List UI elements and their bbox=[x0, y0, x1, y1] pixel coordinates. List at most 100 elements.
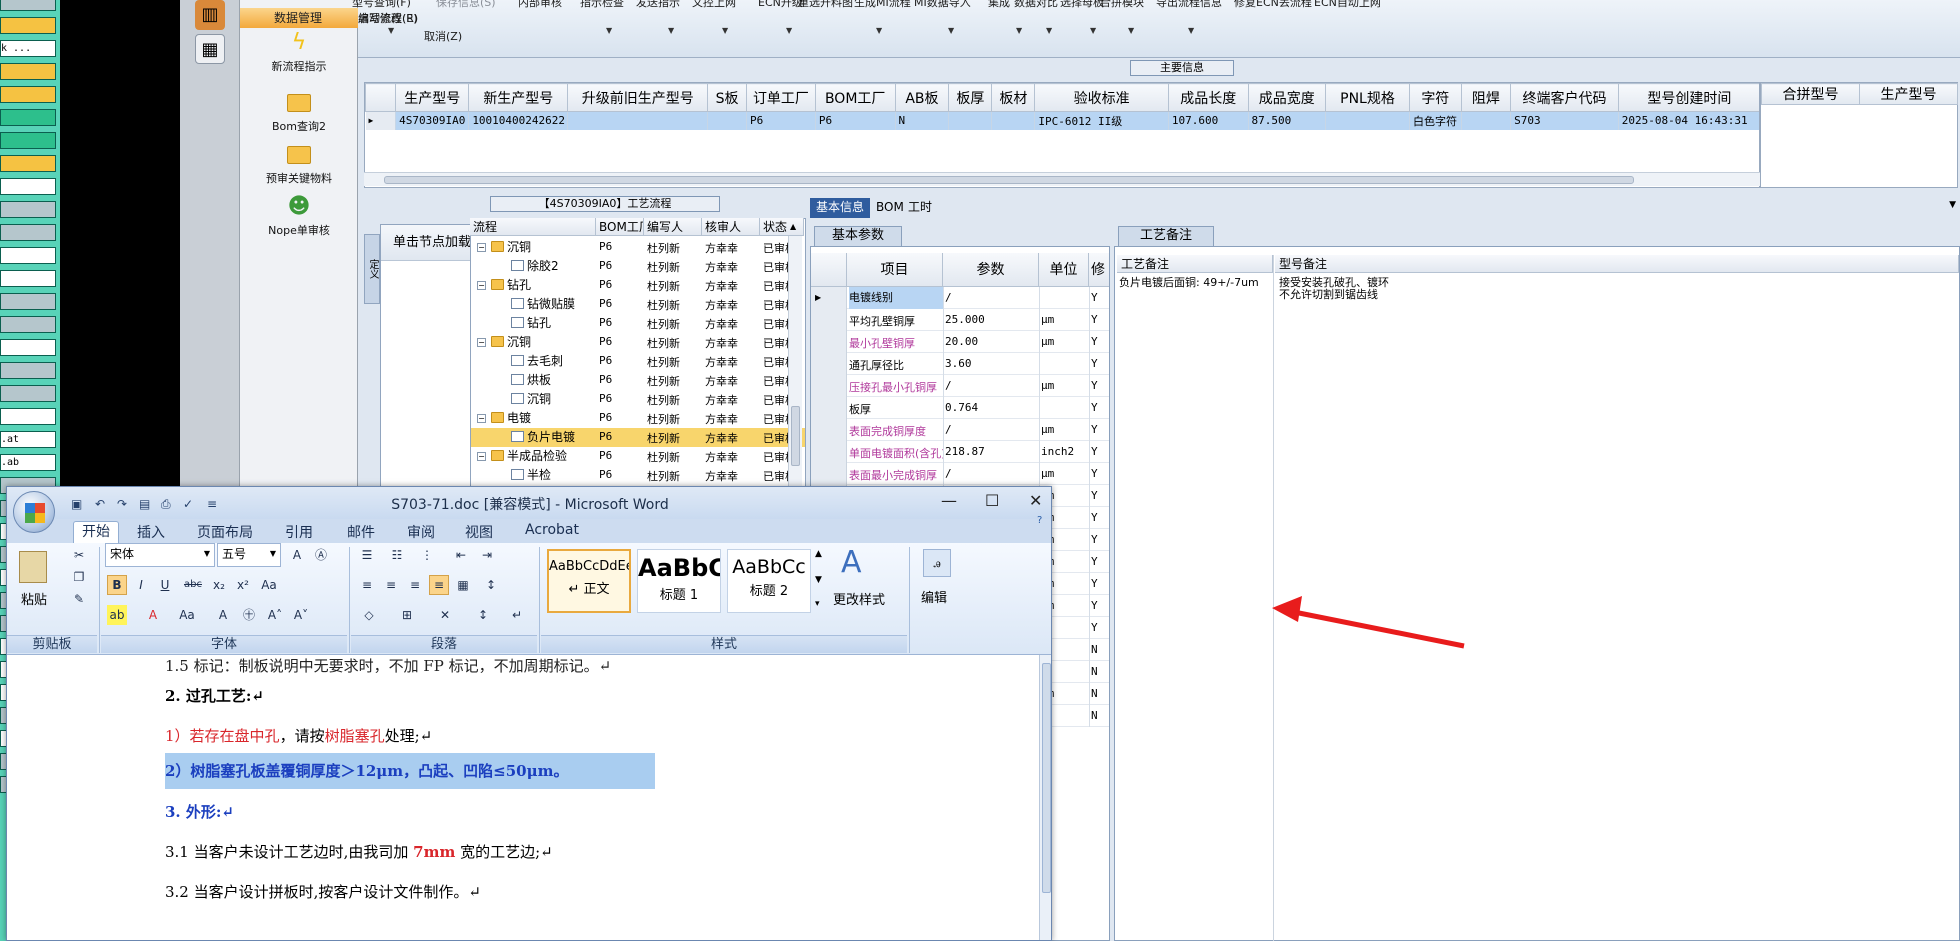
workflow-row[interactable]: − 沉铜 P6 杜列新 方幸幸 已审核 bbox=[471, 333, 805, 352]
borders-icon[interactable]: ⊞ bbox=[397, 605, 417, 625]
param-value[interactable]: 25.000 bbox=[945, 313, 1039, 326]
main-info-data-row[interactable]: ▶ 4S70309IA0 10010400242622 P6 P6 N IPC-6012 I… bbox=[365, 111, 1759, 130]
font-name-select[interactable]: 宋体 ▼ bbox=[105, 543, 215, 567]
scroll-up-icon[interactable]: ▲ bbox=[790, 222, 796, 231]
chevron-down-icon[interactable]: ▼ bbox=[1016, 26, 1022, 35]
line-spacing-icon[interactable]: ↕ bbox=[481, 575, 501, 595]
ribbon-tab[interactable]: 引用 bbox=[285, 522, 313, 542]
highlight-icon[interactable]: ab bbox=[107, 605, 127, 625]
basic-params-column-header[interactable]: 参数 bbox=[943, 253, 1039, 287]
enclose-char-icon[interactable]: ㊉ bbox=[239, 605, 259, 625]
nav-item-bom-query[interactable]: Bom查询2 bbox=[240, 90, 358, 134]
column-header[interactable]: 升级前旧生产型号 bbox=[567, 83, 709, 112]
toolbar-button[interactable]: 型号查询(F) bbox=[352, 0, 411, 10]
param-modify-flag[interactable]: Y bbox=[1091, 357, 1109, 370]
collapse-toggle-icon[interactable]: − bbox=[477, 243, 486, 252]
toolbar-button[interactable]: ECN自动上网 bbox=[1314, 0, 1381, 10]
column-header[interactable]: 验收标准 bbox=[1034, 83, 1169, 112]
collapse-toggle-icon[interactable]: − bbox=[477, 338, 486, 347]
param-modify-flag[interactable]: Y bbox=[1091, 577, 1109, 590]
workflow-node[interactable]: 半成品检验 bbox=[491, 447, 567, 466]
help-icon[interactable]: ? bbox=[1037, 515, 1042, 526]
basic-params-row[interactable]: 通孔厚径比 3.60 Y bbox=[811, 353, 1109, 375]
sort-icon[interactable]: ↕ bbox=[473, 605, 493, 625]
maximize-icon[interactable]: ☐ bbox=[985, 491, 999, 510]
distributed-icon[interactable]: ▦ bbox=[453, 575, 473, 595]
param-modify-flag[interactable]: Y bbox=[1091, 467, 1109, 480]
cell[interactable]: P6 bbox=[746, 111, 816, 130]
chinese-layout-icon[interactable]: ✕ bbox=[435, 605, 455, 625]
bullets-icon[interactable]: ☰ bbox=[357, 545, 377, 565]
change-styles-icon[interactable]: A bbox=[841, 545, 862, 580]
column-header[interactable]: 型号创建时间 bbox=[1617, 83, 1759, 112]
param-modify-flag[interactable]: Y bbox=[1091, 621, 1109, 634]
collapse-toggle-icon[interactable]: − bbox=[477, 281, 486, 290]
basic-params-column-header[interactable]: 单位 bbox=[1039, 253, 1089, 287]
cut-icon[interactable]: ✂ bbox=[69, 545, 89, 565]
show-marks-icon[interactable]: ↵ bbox=[507, 605, 527, 625]
toolbar-button[interactable]: 保存信息(S) bbox=[436, 0, 496, 10]
param-modify-flag[interactable]: N bbox=[1091, 709, 1109, 722]
workflow-column-header[interactable]: 流程 bbox=[470, 218, 596, 236]
param-value[interactable]: 218.87 bbox=[945, 445, 1039, 458]
param-modify-flag[interactable]: Y bbox=[1091, 445, 1109, 458]
basic-params-row[interactable]: 最小孔壁铜厚 20.00 μm Y bbox=[811, 331, 1109, 353]
cell[interactable]: P6 bbox=[815, 111, 896, 130]
grow-font-icon-2[interactable]: A˄ bbox=[265, 605, 285, 625]
nav-item-nope-review[interactable]: ☻ Nope单审核 bbox=[240, 194, 358, 238]
workflow-vertical-tab[interactable]: 定义 bbox=[364, 234, 380, 304]
row-indicator[interactable] bbox=[811, 463, 847, 485]
column-header[interactable]: 阻焊 bbox=[1460, 83, 1512, 112]
row-indicator[interactable]: ▶ bbox=[365, 111, 397, 130]
decrease-indent-icon[interactable]: ⇤ bbox=[451, 545, 471, 565]
param-modify-flag[interactable]: N bbox=[1091, 665, 1109, 678]
merge-col-header[interactable]: 生产型号 bbox=[1859, 83, 1958, 105]
column-header[interactable]: 终端客户代码 bbox=[1510, 83, 1619, 112]
cell[interactable]: 107.600 bbox=[1168, 111, 1249, 130]
workflow-node[interactable]: 电镀 bbox=[491, 409, 531, 428]
document-page[interactable]: 1.5 标记：制板说明中无要求时，不加 FP 标记，不加周期标记。↵ 2. 过孔… bbox=[7, 655, 1039, 940]
row-indicator[interactable] bbox=[811, 419, 847, 441]
shading-icon[interactable]: ◇ bbox=[359, 605, 379, 625]
toolbar-button[interactable]: ECN升级 bbox=[758, 0, 803, 10]
row-indicator[interactable] bbox=[811, 441, 847, 463]
row-indicator[interactable] bbox=[811, 309, 847, 331]
subscript-icon[interactable]: x₂ bbox=[209, 575, 229, 595]
toolbar-button[interactable]: 合拼模块 bbox=[1100, 0, 1144, 10]
process-remark-text[interactable]: 负片电镀后面铜: 49+/-7um bbox=[1119, 277, 1259, 289]
workflow-row[interactable]: 除胶2 P6 杜列新 方幸幸 已审核 bbox=[471, 257, 805, 276]
numbering-icon[interactable]: ☷ bbox=[387, 545, 407, 565]
style-heading-2[interactable]: AaBbCc 标题 2 bbox=[727, 549, 811, 613]
strikethrough-icon[interactable]: abc bbox=[183, 575, 203, 595]
grow-font-icon[interactable]: A bbox=[287, 545, 307, 565]
workflow-row[interactable]: 钻微贴膜 P6 杜列新 方幸幸 已审核 bbox=[471, 295, 805, 314]
param-modify-flag[interactable]: Y bbox=[1091, 555, 1109, 568]
param-value[interactable]: / bbox=[945, 467, 1039, 480]
param-value[interactable]: / bbox=[945, 423, 1039, 436]
workflow-node[interactable]: 去毛刺 bbox=[511, 352, 563, 371]
basic-params-row[interactable]: 表面完成铜厚度 / μm Y bbox=[811, 419, 1109, 441]
column-header[interactable]: 板材 bbox=[991, 83, 1036, 112]
style-heading-1[interactable]: AaBbC 标题 1 bbox=[637, 549, 721, 613]
chevron-down-icon[interactable]: ▼ bbox=[1046, 26, 1052, 35]
toolbar-button[interactable]: 修复ECN丢流程 bbox=[1234, 0, 1312, 10]
font-color-icon[interactable]: A bbox=[143, 605, 163, 625]
toolbar-button[interactable]: 导出流程信息 bbox=[1156, 0, 1222, 10]
column-header[interactable]: 订单工厂 bbox=[746, 83, 816, 112]
scroll-thumb[interactable] bbox=[384, 176, 1634, 184]
paste-button[interactable]: 粘贴 bbox=[21, 589, 47, 608]
param-modify-flag[interactable]: Y bbox=[1091, 401, 1109, 414]
column-header[interactable]: 生产型号 bbox=[395, 83, 470, 112]
copy-icon[interactable]: ❐ bbox=[69, 567, 89, 587]
cell[interactable]: 10010400242622 bbox=[468, 111, 569, 130]
param-modify-flag[interactable]: Y bbox=[1091, 533, 1109, 546]
param-value[interactable]: 0.764 bbox=[945, 401, 1039, 414]
workflow-row[interactable]: 负片电镀 P6 杜列新 方幸幸 已审核 bbox=[471, 428, 805, 447]
change-case-icon[interactable]: Aa bbox=[259, 575, 279, 595]
style-normal[interactable]: AaBbCcDdEe ↵ 正文 bbox=[547, 549, 631, 613]
workflow-node[interactable]: 钻微贴膜 bbox=[511, 295, 575, 314]
merge-col-header[interactable]: 合拼型号 bbox=[1761, 83, 1860, 105]
column-header[interactable]: 成品长度 bbox=[1167, 83, 1249, 112]
toolbar-button[interactable]: 内部审核 bbox=[518, 0, 562, 10]
change-styles-button[interactable]: 更改样式 bbox=[833, 589, 885, 608]
